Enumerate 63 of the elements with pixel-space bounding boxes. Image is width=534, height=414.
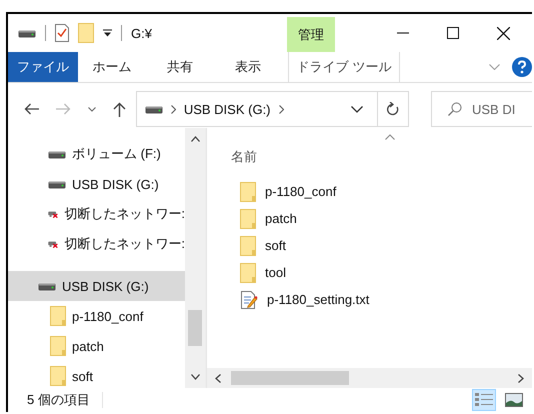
drive-icon bbox=[18, 28, 36, 38]
file-name[interactable]: soft bbox=[265, 238, 286, 253]
folder-icon bbox=[240, 182, 256, 202]
ribbon-tab[interactable]: ホーム bbox=[78, 52, 146, 82]
details-view-icon[interactable] bbox=[475, 393, 493, 407]
help-icon[interactable] bbox=[512, 57, 532, 77]
folder-icon bbox=[240, 236, 256, 256]
chevron-down-icon[interactable] bbox=[489, 64, 500, 70]
nav-item[interactable]: 切断したネットワー: bbox=[8, 199, 185, 229]
nav-item[interactable]: soft bbox=[8, 361, 185, 388]
large-icons-view-icon[interactable] bbox=[505, 393, 523, 407]
ribbon-tab[interactable]: 共有 bbox=[146, 52, 214, 82]
back-arrow-icon[interactable] bbox=[24, 103, 39, 115]
file-name[interactable]: tool bbox=[265, 265, 286, 280]
file-name[interactable]: p-1180_setting.txt bbox=[267, 292, 370, 307]
refresh-icon[interactable] bbox=[386, 102, 399, 116]
scroll-up-icon[interactable] bbox=[190, 136, 200, 142]
breadcrumb-chevron-icon[interactable] bbox=[170, 104, 176, 114]
scroll-down-icon[interactable] bbox=[190, 374, 200, 380]
up-arrow-icon[interactable] bbox=[112, 102, 126, 116]
folder-icon bbox=[50, 336, 66, 356]
scroll-right-icon[interactable] bbox=[518, 374, 524, 382]
text-file-icon bbox=[240, 290, 258, 310]
file-name[interactable]: p-1180_conf bbox=[265, 184, 336, 199]
scroll-left-icon[interactable] bbox=[215, 374, 221, 382]
drive-icon bbox=[38, 281, 56, 291]
nav-item[interactable]: p-1180_conf bbox=[8, 301, 185, 331]
maximize-icon[interactable] bbox=[447, 27, 459, 39]
item-count: 5 個の項目 bbox=[27, 391, 90, 409]
checklist-icon[interactable] bbox=[55, 24, 69, 42]
nav-item[interactable]: USB DISK (G:) bbox=[8, 271, 185, 301]
folder-icon bbox=[50, 306, 66, 326]
folder-icon bbox=[240, 208, 256, 228]
dropdown-icon[interactable] bbox=[103, 29, 112, 37]
context-tab-header: 管理 bbox=[287, 17, 335, 52]
window-title: G:¥ bbox=[131, 26, 152, 40]
minimize-icon[interactable] bbox=[397, 32, 409, 34]
search-input[interactable]: USB DI bbox=[472, 102, 532, 116]
nav-item[interactable]: 切断したネットワー: bbox=[8, 229, 185, 259]
folder-icon bbox=[240, 262, 256, 282]
details-view-button[interactable] bbox=[472, 389, 496, 411]
drive-icon bbox=[48, 179, 66, 189]
address-dropdown-icon[interactable] bbox=[350, 106, 363, 112]
file-menu-tab[interactable]: ファイル bbox=[8, 52, 78, 82]
breadcrumb-chevron-icon[interactable] bbox=[278, 104, 284, 114]
folder-icon bbox=[50, 366, 66, 386]
search-icon bbox=[448, 102, 462, 116]
drive-icon bbox=[144, 104, 163, 114]
breadcrumb[interactable]: USB DISK (G:) bbox=[184, 102, 271, 116]
ribbon-tab[interactable]: 表示 bbox=[214, 52, 282, 82]
address-bar[interactable]: USB DISK (G:) bbox=[136, 91, 409, 127]
scrollbar-thumb[interactable] bbox=[188, 310, 202, 346]
recent-chevron-icon[interactable] bbox=[88, 106, 96, 112]
close-icon[interactable] bbox=[497, 26, 510, 40]
nav-item[interactable]: ボリューム (F:) bbox=[8, 139, 185, 169]
nav-item[interactable]: USB DISK (G:) bbox=[8, 169, 185, 199]
drive-icon bbox=[48, 149, 66, 159]
sort-ascending-icon bbox=[385, 134, 395, 140]
scrollbar-thumb[interactable] bbox=[231, 371, 349, 385]
file-name[interactable]: patch bbox=[265, 211, 297, 226]
column-header[interactable]: 名前 bbox=[231, 148, 257, 166]
nav-item[interactable]: patch bbox=[8, 331, 185, 361]
search-field[interactable]: USB DI bbox=[430, 91, 532, 127]
